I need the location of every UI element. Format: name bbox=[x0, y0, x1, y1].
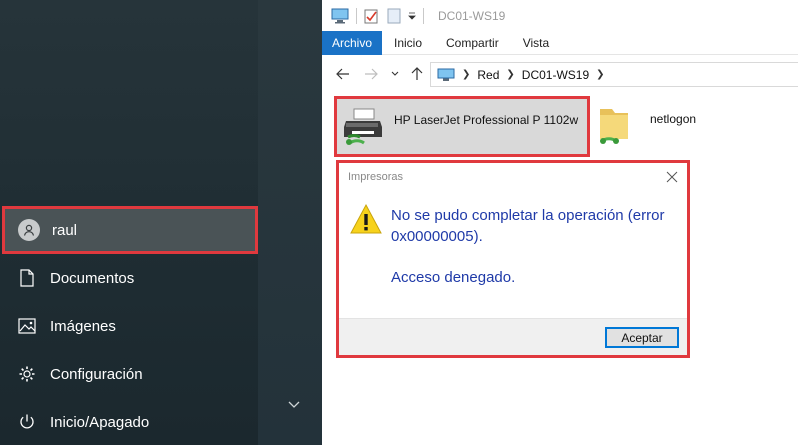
shared-folder-icon bbox=[596, 103, 632, 149]
start-item-settings[interactable]: Configuración bbox=[0, 350, 258, 398]
forward-arrow-icon[interactable] bbox=[360, 63, 382, 85]
breadcrumb-separator-icon: ❯ bbox=[506, 69, 515, 80]
tab-view[interactable]: Vista bbox=[511, 31, 561, 55]
recent-locations-chevron-icon[interactable] bbox=[384, 63, 406, 85]
power-icon bbox=[16, 411, 38, 433]
accept-button[interactable]: Aceptar bbox=[605, 327, 679, 348]
start-item-label: Inicio/Apagado bbox=[50, 413, 150, 431]
network-printer-icon bbox=[342, 105, 386, 149]
tab-home[interactable]: Inicio bbox=[382, 31, 434, 55]
printer-label: HP LaserJet Professional P 1102w bbox=[394, 112, 579, 127]
dialog-error-message: No se pudo completar la operación (error… bbox=[391, 207, 665, 245]
breadcrumb-red[interactable]: Red bbox=[477, 68, 499, 82]
start-item-label: Imágenes bbox=[50, 317, 116, 335]
up-arrow-icon[interactable] bbox=[406, 63, 428, 85]
start-item-power[interactable]: Inicio/Apagado bbox=[0, 398, 258, 445]
image-icon bbox=[16, 315, 38, 337]
chevron-down-icon[interactable] bbox=[286, 396, 302, 412]
start-tiles-strip bbox=[258, 0, 322, 445]
properties-icon[interactable] bbox=[363, 0, 379, 31]
new-folder-icon[interactable] bbox=[387, 0, 401, 31]
dialog-access-denied-message: Acceso denegado. bbox=[391, 269, 516, 286]
dialog-title: Impresoras bbox=[348, 171, 404, 183]
start-item-label: Configuración bbox=[50, 365, 143, 383]
breadcrumb-separator-icon: ❯ bbox=[462, 69, 471, 80]
start-user-account[interactable]: raul bbox=[2, 206, 258, 254]
network-computer-icon bbox=[437, 68, 455, 82]
window-title: DC01-WS19 bbox=[438, 8, 506, 23]
start-menu: raul Documentos Imágenes Configuración I… bbox=[0, 0, 258, 445]
computer-icon bbox=[330, 0, 350, 31]
netlogon-label: netlogon bbox=[650, 112, 697, 126]
netlogon-folder-item[interactable]: netlogon bbox=[596, 100, 746, 152]
printer-item[interactable]: HP LaserJet Professional P 1102w bbox=[334, 96, 590, 157]
gear-icon bbox=[16, 363, 38, 385]
tab-share[interactable]: Compartir bbox=[434, 31, 511, 55]
warning-icon bbox=[349, 203, 383, 235]
dialog-footer: Aceptar bbox=[339, 318, 687, 355]
tab-file[interactable]: Archivo bbox=[322, 31, 382, 55]
toolbar-separator bbox=[356, 7, 357, 24]
back-arrow-icon[interactable] bbox=[332, 63, 354, 85]
ribbon-tabs: Archivo Inicio Compartir Vista bbox=[322, 31, 798, 55]
user-avatar-icon bbox=[18, 219, 40, 241]
explorer-titlebar: DC01-WS19 bbox=[322, 0, 798, 31]
navigation-bar: ❯ Red ❯ DC01-WS19 ❯ bbox=[322, 56, 798, 92]
toolbar-separator bbox=[423, 7, 424, 24]
user-name-label: raul bbox=[52, 221, 78, 239]
address-field[interactable]: ❯ Red ❯ DC01-WS19 ❯ bbox=[430, 62, 798, 87]
close-icon[interactable] bbox=[665, 170, 679, 184]
dialog-titlebar: Impresoras bbox=[339, 163, 687, 191]
breadcrumb-server[interactable]: DC01-WS19 bbox=[522, 68, 589, 82]
error-dialog: Impresoras No se pudo completar la opera… bbox=[336, 160, 690, 358]
start-item-label: Documentos bbox=[50, 269, 135, 287]
document-icon bbox=[16, 267, 38, 289]
customize-toolbar-dropdown-icon[interactable] bbox=[407, 0, 417, 31]
start-item-documents[interactable]: Documentos bbox=[0, 254, 258, 302]
start-item-images[interactable]: Imágenes bbox=[0, 302, 258, 350]
breadcrumb-separator-icon: ❯ bbox=[596, 69, 605, 80]
